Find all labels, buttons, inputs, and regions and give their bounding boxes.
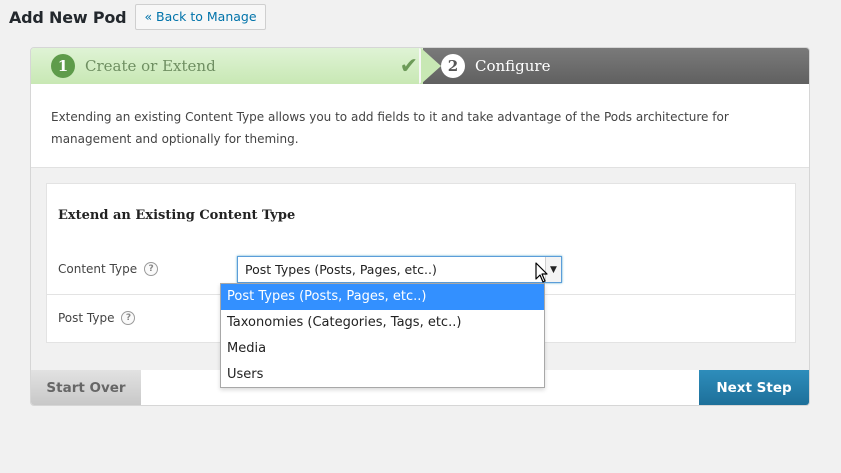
help-icon[interactable]: ? xyxy=(144,262,159,276)
content-type-selected-value: Post Types (Posts, Pages, etc..) xyxy=(245,262,437,277)
dropdown-option-taxonomies[interactable]: Taxonomies (Categories, Tags, etc..) xyxy=(221,310,544,336)
dropdown-option-users[interactable]: Users xyxy=(221,362,544,388)
step-configure: 2 Configure xyxy=(423,48,809,84)
content-type-select[interactable]: Post Types (Posts, Pages, etc..) ▼ xyxy=(237,256,562,283)
content-type-dropdown: Post Types (Posts, Pages, etc..) Taxonom… xyxy=(220,283,545,388)
back-to-manage-link[interactable]: « Back to Manage xyxy=(135,4,266,30)
step-label: Configure xyxy=(475,57,551,75)
step-number: 1 xyxy=(51,54,75,78)
content-type-label-text: Content Type xyxy=(58,262,138,276)
step-create-or-extend[interactable]: 1 Create or Extend ✔ xyxy=(31,48,436,84)
dropdown-option-post-types[interactable]: Post Types (Posts, Pages, etc..) xyxy=(221,284,544,310)
intro-text: Extending an existing Content Type allow… xyxy=(31,84,809,168)
wizard-steps: 1 Create or Extend ✔ 2 Configure xyxy=(31,48,809,84)
help-icon[interactable]: ? xyxy=(121,311,136,325)
panel-title: Extend an Existing Content Type xyxy=(58,208,296,223)
post-type-label: Post Type ? xyxy=(58,311,136,325)
checkmark-icon: ✔ xyxy=(399,54,418,79)
start-over-button[interactable]: Start Over xyxy=(31,370,141,405)
mouse-cursor-icon xyxy=(535,262,548,283)
page-header: Add New Pod « Back to Manage xyxy=(9,4,266,30)
step-label: Create or Extend xyxy=(85,57,216,75)
content-type-label: Content Type ? xyxy=(58,262,159,276)
post-type-label-text: Post Type xyxy=(58,311,115,325)
page-title: Add New Pod xyxy=(9,7,127,27)
dropdown-option-media[interactable]: Media xyxy=(221,336,544,362)
next-step-button[interactable]: Next Step xyxy=(699,370,809,405)
step-arrow xyxy=(421,48,441,84)
step-number: 2 xyxy=(441,54,465,78)
